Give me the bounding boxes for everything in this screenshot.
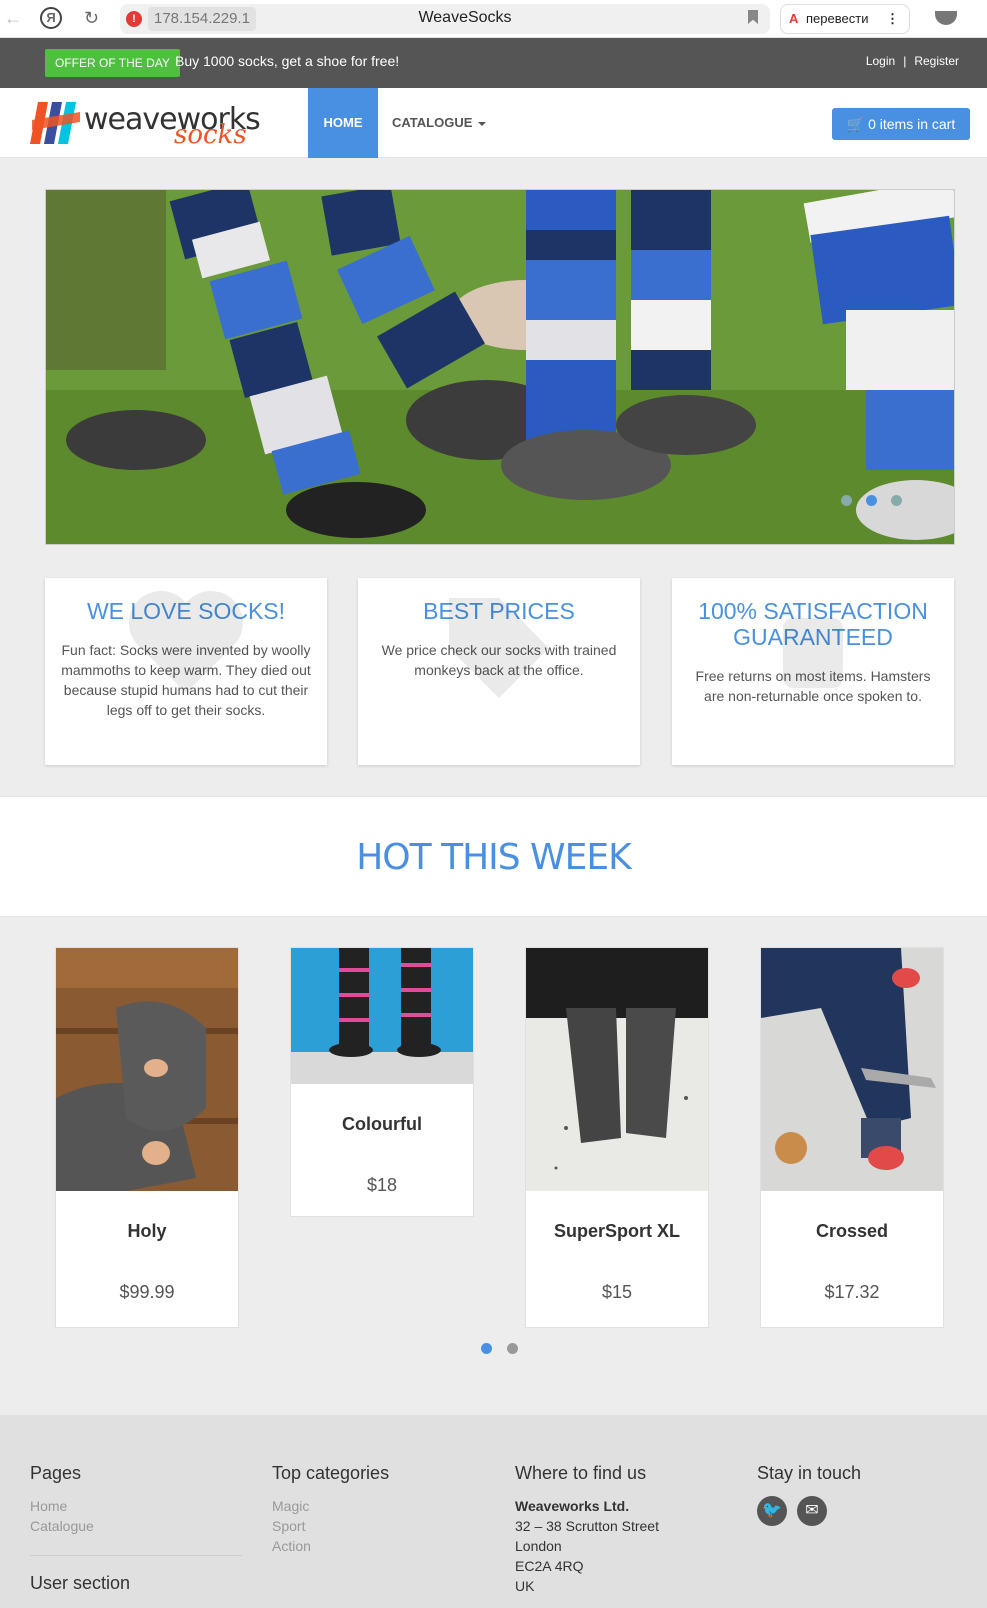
tab-title: WeaveSocks	[418, 9, 512, 26]
feature-best-prices: BEST PRICES We price check our socks wit…	[358, 578, 640, 765]
product-name[interactable]: Colourful	[291, 1114, 473, 1135]
auth-links: Login | Register	[865, 54, 959, 68]
footer-heading: User section	[30, 1573, 131, 1593]
cart-icon: 🛒	[846, 116, 865, 132]
insecure-warning-icon[interactable]: !	[126, 11, 142, 27]
product-name[interactable]: SuperSport XL	[526, 1221, 708, 1242]
tags-icon	[449, 598, 549, 698]
twitter-icon[interactable]: 🐦	[757, 1496, 787, 1526]
footer-heading: Pages	[30, 1463, 82, 1483]
hero-image	[46, 190, 954, 544]
product-card[interactable]: SuperSport XL $15	[525, 947, 709, 1328]
reload-icon[interactable]: ↻	[84, 8, 99, 29]
product-image[interactable]	[526, 948, 708, 1191]
address-host: 178.154.229.1	[148, 7, 256, 31]
translate-icon: A	[789, 11, 799, 26]
nav-catalogue[interactable]: CATALOGUE	[392, 88, 487, 158]
footer-heading: Top categories	[272, 1463, 390, 1483]
carousel-dot-3[interactable]	[891, 495, 902, 506]
product-price: $18	[366, 1175, 398, 1195]
translate-button[interactable]: A перевести ⋮	[780, 4, 910, 34]
feature-love-socks: WE LOVE SOCKS! Fun fact: Socks were inve…	[45, 578, 327, 765]
offer-text: Buy 1000 socks, get a shoe for free!	[175, 53, 400, 69]
carousel-dot-2[interactable]	[866, 495, 877, 506]
footer-heading: Where to find us	[515, 1463, 647, 1483]
logo-socks: socks	[174, 120, 247, 150]
address-bar[interactable]: ! 178.154.229.1 WeaveSocks	[120, 4, 770, 34]
profile-icon[interactable]	[935, 11, 957, 25]
product-name[interactable]: Crossed	[761, 1221, 943, 1242]
feature-satisfaction: 100% SATISFACTION GUARANTEED Free return…	[672, 578, 954, 765]
address-city: London	[515, 1538, 562, 1554]
hero-carousel[interactable]	[45, 189, 955, 545]
hot-this-week-band: HOT THIS WEEK	[0, 796, 987, 917]
footer-social: Stay in touch 🐦 ✉	[757, 1463, 861, 1526]
footer-link-action[interactable]: Action	[272, 1536, 389, 1556]
cart-label: 0 items in cart	[868, 116, 956, 132]
caret-down-icon	[478, 121, 487, 126]
product-price: $17.32	[824, 1282, 880, 1302]
product-image[interactable]	[761, 948, 943, 1191]
footer-link-magic[interactable]: Magic	[272, 1496, 389, 1516]
products-carousel-dot-2[interactable]	[507, 1343, 518, 1354]
address-postcode: EC2A 4RQ	[515, 1558, 584, 1574]
footer: Pages Home Catalogue User section Top ca…	[0, 1415, 987, 1608]
main-navbar: weaveworks socks HOME CATALOGUE 🛒 0 item…	[0, 88, 987, 158]
address-street: 32 – 38 Scrutton Street	[515, 1518, 659, 1534]
weaveworks-logo-icon	[30, 102, 80, 144]
product-card[interactable]: Colourful $18	[290, 947, 474, 1217]
footer-pages: Pages Home Catalogue	[30, 1463, 94, 1536]
address-country: UK	[515, 1578, 535, 1594]
address-company: Weaveworks Ltd.	[515, 1498, 630, 1514]
product-price: $99.99	[119, 1282, 175, 1302]
bookmark-icon[interactable]	[748, 10, 758, 24]
footer-link-sport[interactable]: Sport	[272, 1516, 389, 1536]
nav-catalogue-label: CATALOGUE	[392, 115, 473, 130]
footer-user-section: User section	[30, 1573, 130, 1606]
footer-heading: Stay in touch	[757, 1463, 862, 1483]
thumbs-up-icon	[783, 618, 843, 688]
weaveworks-logo[interactable]: weaveworks socks	[30, 98, 270, 150]
heart-icon	[128, 590, 244, 693]
nav-home[interactable]: HOME	[308, 88, 378, 158]
translate-label: перевести	[806, 11, 869, 26]
product-card[interactable]: Crossed $17.32	[760, 947, 944, 1328]
more-menu-icon[interactable]: ⋮	[886, 5, 899, 33]
footer-categories: Top categories Magic Sport Action	[272, 1463, 389, 1556]
yandex-logo-icon[interactable]: Я	[40, 7, 62, 29]
offer-bar: OFFER OF THE DAY Buy 1000 socks, get a s…	[0, 38, 987, 88]
product-image[interactable]	[291, 948, 473, 1084]
product-image[interactable]	[56, 948, 238, 1191]
product-name[interactable]: Holy	[56, 1221, 238, 1242]
offer-badge: OFFER OF THE DAY	[45, 49, 180, 77]
footer-divider	[30, 1555, 242, 1556]
footer-link-home[interactable]: Home	[30, 1496, 94, 1516]
product-price: $15	[601, 1282, 633, 1302]
products-carousel-dot-1[interactable]	[481, 1343, 492, 1354]
browser-toolbar: ← Я ↻ ! 178.154.229.1 WeaveSocks A перев…	[0, 0, 987, 38]
footer-link-catalogue[interactable]: Catalogue	[30, 1516, 94, 1536]
product-card[interactable]: Holy $99.99	[55, 947, 239, 1328]
footer-address: Where to find us Weaveworks Ltd. 32 – 38…	[515, 1463, 659, 1596]
register-link[interactable]: Register	[914, 54, 959, 68]
cart-button[interactable]: 🛒 0 items in cart	[832, 108, 970, 140]
login-link[interactable]: Login	[866, 54, 895, 68]
carousel-dot-1[interactable]	[841, 495, 852, 506]
section-title: HOT THIS WEEK	[356, 837, 632, 878]
back-arrow-icon[interactable]: ←	[4, 8, 22, 29]
email-icon[interactable]: ✉	[797, 1496, 827, 1526]
